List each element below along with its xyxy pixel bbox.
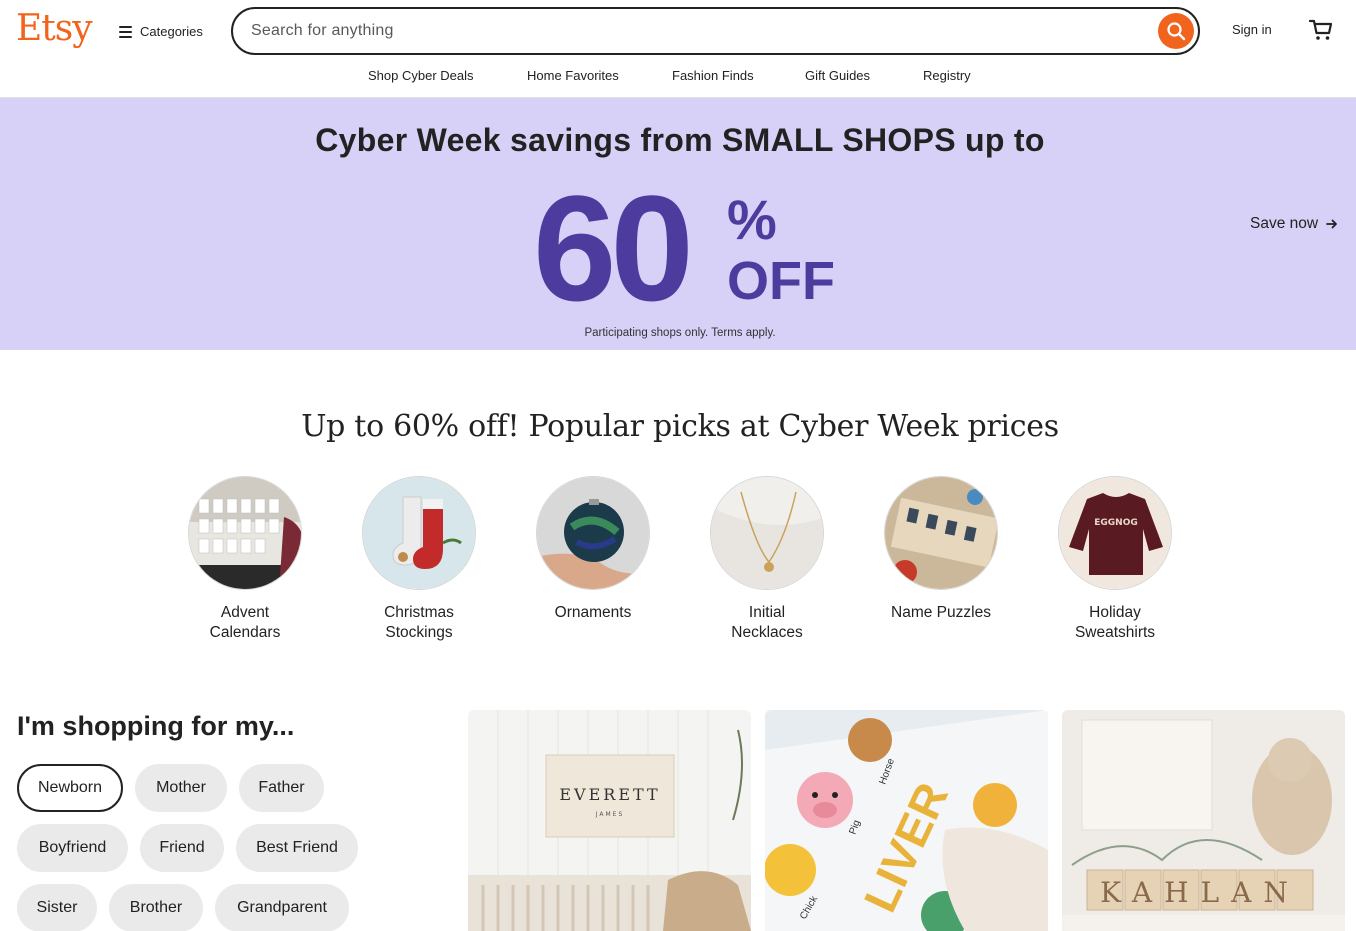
discount-off: OFF (727, 251, 835, 311)
chip-newborn[interactable]: Newborn (17, 764, 123, 812)
banner-title: Cyber Week savings from SMALL SHOPS up t… (315, 122, 1045, 158)
save-now-label: Save now (1250, 215, 1319, 232)
nav-fashion-finds[interactable]: Fashion Finds (672, 68, 754, 83)
nav-home-favorites[interactable]: Home Favorites (527, 68, 619, 83)
pick-label: Christmas Stockings (384, 604, 454, 641)
shopping-for-heading: I'm shopping for my... (17, 711, 295, 741)
chip-boyfriend[interactable]: Boyfriend (17, 824, 128, 872)
svg-text:KAHLAN: KAHLAN (1100, 876, 1300, 909)
etsy-logo[interactable]: Etsy (16, 8, 93, 49)
arrow-right-icon (1326, 219, 1337, 229)
chip-grandparent[interactable]: Grandparent (215, 884, 349, 931)
popular-picks-heading: Up to 60% off! Popular picks at Cyber We… (301, 409, 1059, 444)
pick-image (362, 476, 476, 590)
cart-button[interactable] (1308, 17, 1334, 43)
pick-ornaments[interactable]: Ornaments (506, 476, 680, 623)
chip-sister[interactable]: Sister (17, 884, 97, 931)
chip-brother[interactable]: Brother (109, 884, 203, 931)
chip-mother[interactable]: Mother (135, 764, 227, 812)
search-button[interactable] (1158, 13, 1194, 49)
pick-label: Name Puzzles (891, 604, 991, 621)
nav-gift-guides[interactable]: Gift Guides (805, 68, 870, 83)
search-input[interactable] (251, 19, 1131, 43)
svg-text:JAMES: JAMES (595, 811, 625, 818)
sign-in-link[interactable]: Sign in (1232, 22, 1272, 37)
animal-name-puzzle-photo[interactable]: LIVER Pig Horse Chick Ca (765, 710, 1048, 931)
categories-button[interactable]: Categories (119, 20, 203, 42)
pick-label: Initial Necklaces (731, 604, 803, 641)
pick-advent-calendars[interactable]: Advent Calendars (158, 476, 332, 643)
nav-registry[interactable]: Registry (923, 68, 971, 83)
pick-image: EGGNOG (1058, 476, 1172, 590)
search-icon (1167, 22, 1186, 41)
pick-label: Advent Calendars (209, 604, 281, 641)
svg-text:EGGNOG: EGGNOG (1094, 518, 1138, 528)
pick-label: Holiday Sweatshirts (1074, 604, 1156, 641)
pick-christmas-stockings[interactable]: Christmas Stockings (332, 476, 506, 643)
save-now-link[interactable]: Save now (1250, 215, 1338, 233)
svg-text:EVERETT: EVERETT (559, 785, 660, 804)
newborn-nursery-banner-photo[interactable]: EVERETT JAMES (468, 710, 751, 931)
pick-image (188, 476, 302, 590)
chip-best-friend[interactable]: Best Friend (236, 824, 358, 872)
shopping-cart-icon (1308, 19, 1333, 40)
site-header: Etsy Categories Sign in Shop Cyber Deals… (0, 0, 1356, 98)
pick-label: Ornaments (554, 604, 632, 621)
pick-initial-necklaces[interactable]: Initial Necklaces (680, 476, 854, 643)
discount-percent: % (727, 188, 777, 251)
nav-shop-cyber-deals[interactable]: Shop Cyber Deals (368, 68, 474, 83)
name-blocks-photo[interactable]: KAHLAN (1062, 710, 1345, 931)
pick-name-puzzles[interactable]: Name Puzzles (854, 476, 1028, 623)
categories-label: Categories (140, 23, 203, 39)
pick-image (536, 476, 650, 590)
cyber-week-banner[interactable]: Cyber Week savings from SMALL SHOPS up t… (0, 98, 1356, 350)
pick-image (710, 476, 824, 590)
category-nav: Shop Cyber Deals Home Favorites Fashion … (0, 68, 1356, 86)
discount-number: 60 (533, 164, 694, 332)
pick-holiday-sweatshirts[interactable]: EGGNOG Holiday Sweatshirts (1028, 476, 1202, 643)
pick-image (884, 476, 998, 590)
chip-father[interactable]: Father (239, 764, 324, 812)
banner-terms: Participating shops only. Terms apply. (584, 327, 776, 339)
hamburger-icon (119, 25, 132, 38)
chip-friend[interactable]: Friend (140, 824, 224, 872)
search-bar (231, 7, 1200, 55)
